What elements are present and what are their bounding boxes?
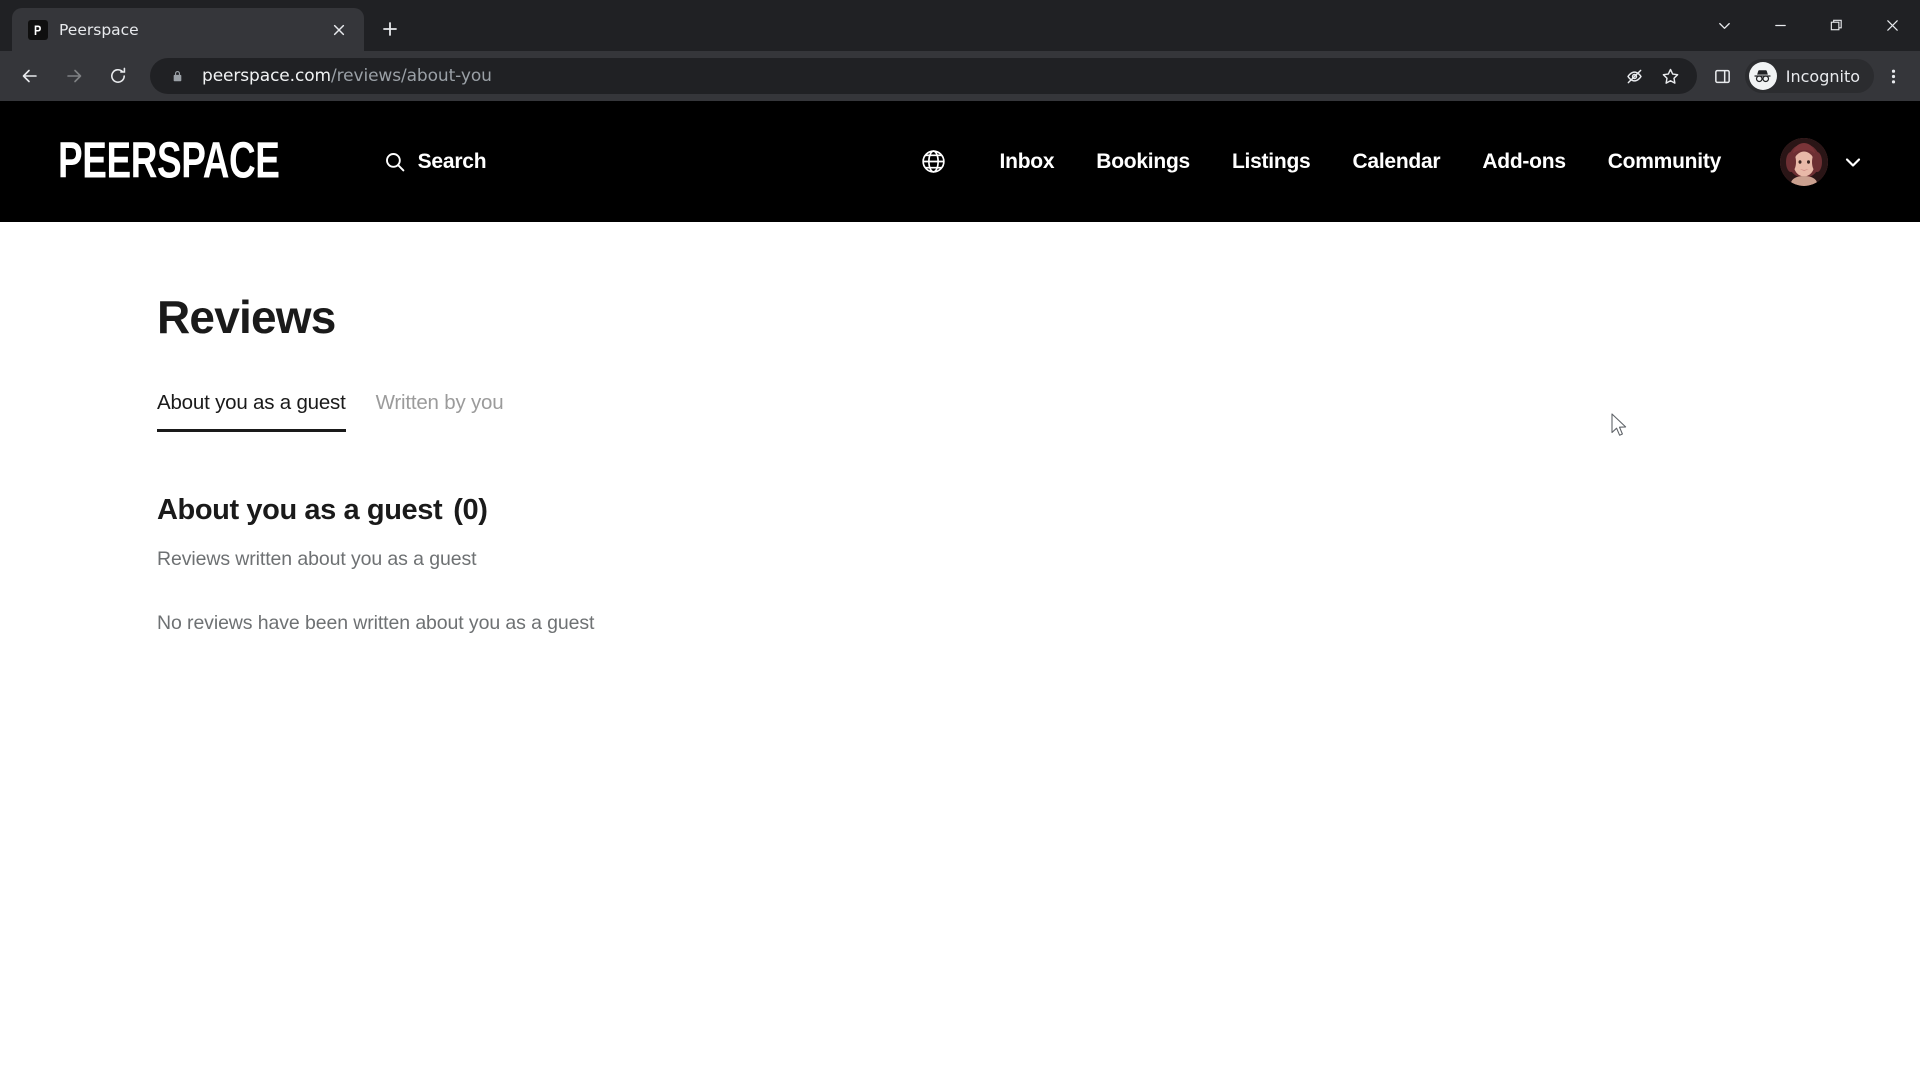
tab-written-by-you[interactable]: Written by you	[376, 391, 504, 432]
new-tab-button[interactable]	[372, 11, 408, 47]
main-content: Reviews About you as a guest Written by …	[0, 290, 1920, 635]
eye-off-icon[interactable]	[1617, 58, 1653, 94]
toolbar-right-actions: Incognito	[1703, 56, 1910, 96]
site-header: PEERSPACE Search Inbox Bookings Listings…	[0, 101, 1920, 222]
forward-button[interactable]	[52, 54, 96, 98]
url-path: /reviews/about-you	[330, 66, 492, 86]
section-subtitle: Reviews written about you as a guest	[157, 548, 477, 570]
page-title: Reviews	[157, 291, 336, 343]
nav-item-listings[interactable]: Listings	[1211, 150, 1332, 174]
reload-button[interactable]	[96, 54, 140, 98]
account-menu[interactable]	[1780, 137, 1864, 186]
globe-icon[interactable]	[913, 141, 955, 183]
reviews-tab-bar: About you as a guest Written by you	[157, 391, 1920, 432]
incognito-profile-button[interactable]: Incognito	[1744, 59, 1874, 93]
incognito-label: Incognito	[1785, 66, 1860, 86]
browser-window: P Peerspace peerspace.com/reviews/about-…	[0, 0, 1920, 1080]
search-button[interactable]: Search	[384, 150, 487, 174]
browser-tab-strip: P Peerspace	[0, 0, 1920, 51]
window-controls	[1696, 0, 1920, 51]
back-button[interactable]	[8, 54, 52, 98]
section-review-count: (0)	[453, 494, 488, 526]
window-close-button[interactable]	[1864, 2, 1920, 50]
peerspace-logo[interactable]: PEERSPACE	[58, 136, 280, 187]
search-icon	[385, 152, 404, 171]
url-domain: peerspace.com	[202, 66, 331, 86]
site-navigation: Inbox Bookings Listings Calendar Add-ons…	[913, 137, 1864, 186]
lock-icon	[168, 67, 186, 85]
nav-item-community[interactable]: Community	[1587, 150, 1742, 174]
side-panel-icon[interactable]	[1703, 56, 1743, 96]
avatar[interactable]	[1780, 137, 1828, 186]
nav-item-bookings[interactable]: Bookings	[1075, 150, 1211, 174]
address-bar-actions	[1617, 58, 1689, 94]
browser-toolbar: peerspace.com/reviews/about-you Incognit…	[0, 51, 1920, 101]
empty-state-message: No reviews have been written about you a…	[157, 612, 595, 634]
chevron-down-icon	[1845, 157, 1861, 167]
tab-search-button[interactable]	[1696, 2, 1752, 50]
address-bar[interactable]: peerspace.com/reviews/about-you	[150, 58, 1697, 94]
section-heading-text: About you as a guest	[157, 494, 443, 526]
tab-title: Peerspace	[59, 20, 139, 39]
search-label: Search	[417, 149, 487, 173]
incognito-hat-icon	[1748, 62, 1777, 90]
page-viewport: PEERSPACE Search Inbox Bookings Listings…	[0, 101, 1920, 1080]
tab-about-you-as-a-guest[interactable]: About you as a guest	[157, 391, 346, 432]
close-icon[interactable]	[326, 17, 352, 43]
kebab-menu-icon[interactable]	[1876, 56, 1910, 96]
address-bar-url: peerspace.com/reviews/about-you	[202, 66, 492, 86]
nav-item-calendar[interactable]: Calendar	[1331, 150, 1461, 174]
browser-tab-peerspace[interactable]: P Peerspace	[12, 8, 364, 51]
tab-favicon-icon: P	[28, 19, 48, 40]
nav-item-inbox[interactable]: Inbox	[979, 150, 1076, 174]
nav-item-addons[interactable]: Add-ons	[1461, 150, 1586, 174]
maximize-restore-button[interactable]	[1808, 2, 1864, 50]
minimize-button[interactable]	[1752, 2, 1808, 50]
favicon-letter: P	[34, 21, 42, 38]
section-heading: About you as a guest (0)	[157, 494, 1920, 527]
star-icon[interactable]	[1653, 58, 1689, 94]
